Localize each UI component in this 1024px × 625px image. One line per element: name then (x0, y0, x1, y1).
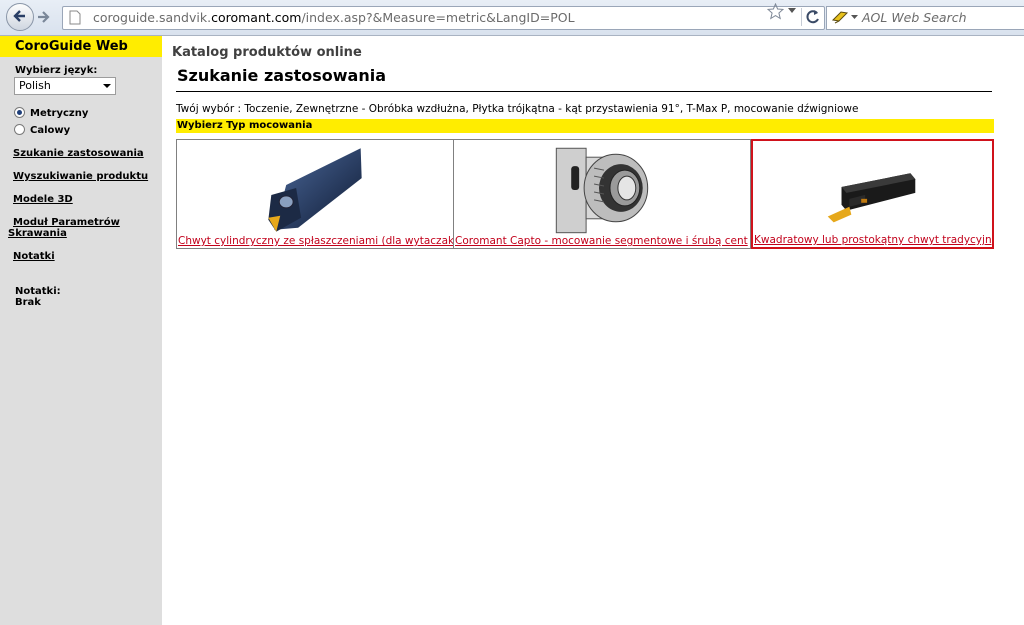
sidebar-link-cutting-data-module-line2[interactable]: Skrawania (8, 228, 67, 239)
back-button[interactable] (6, 3, 34, 31)
page-icon (69, 10, 81, 25)
option-caption[interactable]: Chwyt cylindryczny ze spłaszczeniami (dl… (178, 235, 453, 247)
title-divider (176, 91, 992, 92)
option-cylindrical-shank[interactable]: Chwyt cylindryczny ze spłaszczeniami (dl… (176, 139, 454, 249)
imperial-label: Calowy (30, 125, 71, 136)
imperial-radio[interactable] (14, 124, 25, 135)
selection-summary: Twój wybór : Toczenie, Zewnętrzne - Obró… (176, 103, 859, 115)
language-select-value: Polish (19, 79, 51, 92)
app-title: CoroGuide Web (15, 39, 128, 54)
search-engine-dropdown-icon[interactable] (851, 15, 858, 19)
option-caption[interactable]: Kwadratowy lub prostokątny chwyt tradycy… (754, 234, 992, 246)
bookmark-star-icon[interactable] (767, 3, 784, 20)
sidebar-title-bar: CoroGuide Web (0, 36, 162, 57)
reload-button[interactable] (801, 8, 822, 26)
browser-toolbar: coroguide.sandvik.coromant.com/index.asp… (0, 0, 1024, 36)
chevron-down-icon (103, 84, 111, 88)
sidebar-link-product-search[interactable]: Wyszukiwanie produktu (13, 171, 148, 182)
option-square-shank[interactable]: Kwadratowy lub prostokątny chwyt tradycy… (751, 139, 994, 249)
aol-search-icon (831, 11, 849, 24)
sidebar-link-application-search[interactable]: Szukanie zastosowania (13, 148, 144, 159)
language-label: Wybierz język: (15, 65, 98, 76)
capto-coupling-image (555, 147, 649, 234)
sidebar-link-3d-models[interactable]: Modele 3D (13, 194, 73, 205)
option-coromant-capto[interactable]: Coromant Capto - mocowanie segmentowe i … (453, 139, 751, 249)
forward-button[interactable] (32, 6, 54, 28)
notes-label: Notatki: (15, 286, 61, 297)
search-placeholder: AOL Web Search (862, 10, 967, 25)
section-header-bar: Wybierz Typ mocowania (176, 119, 994, 133)
section-header: Wybierz Typ mocowania (177, 120, 313, 131)
catalog-title: Katalog produktów online (172, 45, 362, 60)
metric-radio[interactable] (14, 107, 25, 118)
sidebar-link-notes[interactable]: Notatki (13, 251, 55, 262)
url-text: coroguide.sandvik.coromant.com/index.asp… (93, 10, 575, 25)
page-title: Szukanie zastosowania (177, 66, 386, 85)
language-select[interactable]: Polish (14, 77, 116, 95)
metric-label: Metryczny (30, 108, 89, 119)
notes-value: Brak (15, 297, 41, 308)
search-bar[interactable]: AOL Web Search (826, 6, 1024, 30)
back-arrow-icon (13, 10, 25, 22)
address-bar[interactable]: coroguide.sandvik.coromant.com/index.asp… (62, 6, 825, 30)
reload-icon (806, 10, 819, 24)
sidebar-link-cutting-data-module[interactable]: Moduł Parametrów (13, 217, 120, 228)
sidebar: CoroGuide Web Wybierz język: Polish Metr… (0, 36, 162, 625)
option-caption[interactable]: Coromant Capto - mocowanie segmentowe i … (455, 235, 748, 247)
forward-arrow-icon (38, 11, 50, 23)
square-shank-tool-image (827, 173, 916, 223)
boring-bar-image (268, 148, 362, 232)
history-dropdown-icon[interactable] (788, 8, 796, 13)
